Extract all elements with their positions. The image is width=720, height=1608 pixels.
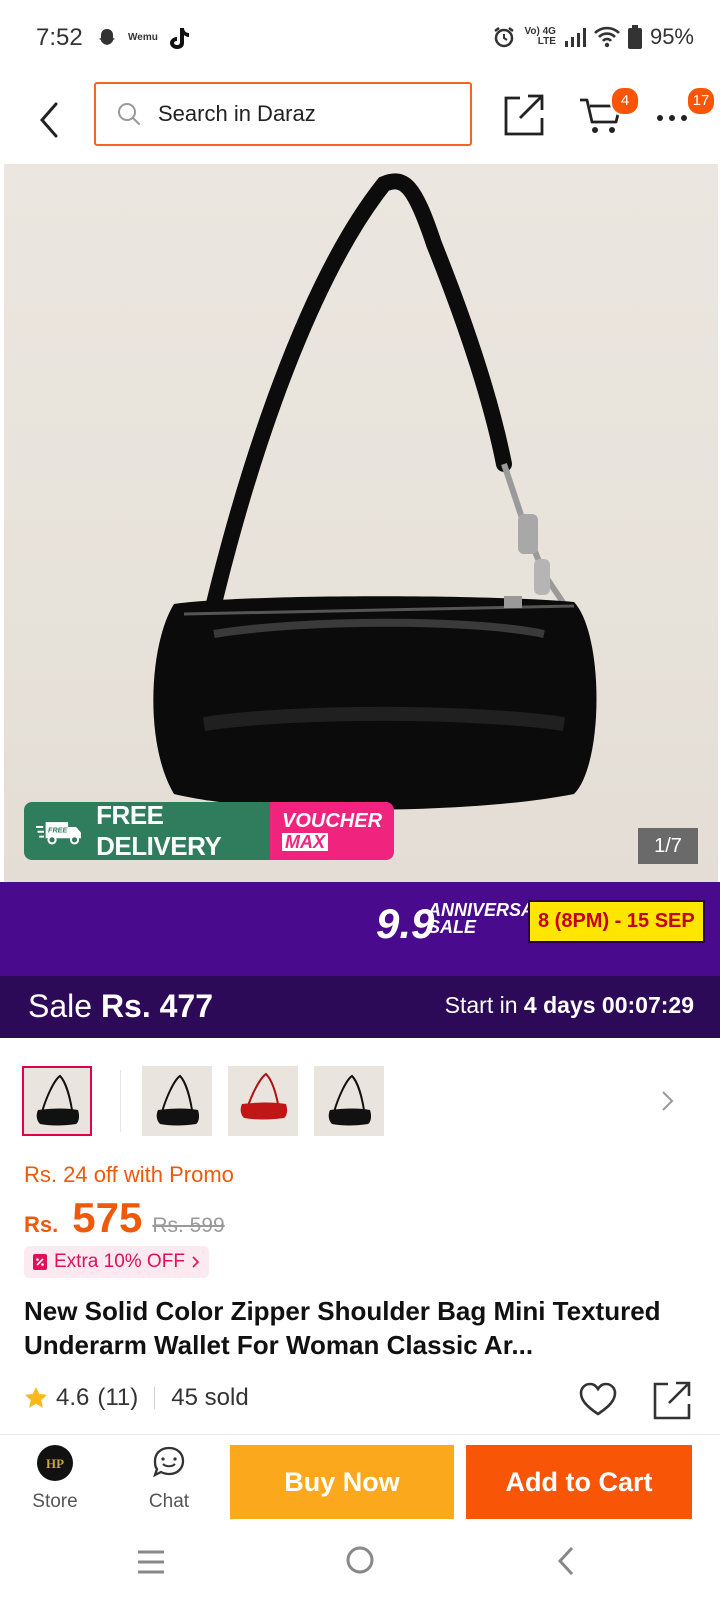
chevron-right-icon [192,1256,200,1268]
extra-off-voucher[interactable]: Extra 10% OFF [24,1246,209,1278]
wemu-icon: Wemu [128,32,158,43]
flash-sale-bar: Sale Rs. 477 Start in 4 days 00:07:29 [0,976,720,1038]
countdown-timer: 00:07:29 [601,992,694,1018]
sold-count: 45 sold [171,1384,249,1411]
bottom-action-bar: HP Store Chat Buy Now Add to Cart [0,1434,720,1521]
wishlist-heart-icon[interactable] [578,1380,618,1420]
rating-row[interactable]: 4.6 (11) 45 sold [24,1384,249,1412]
store-logo-icon: HP [37,1445,73,1481]
bag-thumbnail-image [328,1074,372,1126]
campaign-title: 9.9 [376,900,435,947]
free-delivery-badge: FREE FREE DELIVERY [24,802,270,860]
top-nav: 4 17 [0,80,720,164]
promo-discount-text[interactable]: Rs. 24 off with Promo [24,1162,234,1188]
price-currency: Rs. [24,1212,59,1237]
battery-level: 95% [649,24,694,49]
thumbnail-divider [120,1070,121,1132]
back-arrow-icon[interactable] [34,98,64,142]
home-icon[interactable] [344,1544,376,1576]
bag-thumbnail-image [156,1074,200,1126]
chat-label: Chat [148,1491,190,1512]
sale-price: Rs. 477 [100,988,214,1024]
campaign-banner[interactable]: 9.9 ANNIVERSARY SALE 8 (8PM) - 15 SEP [0,882,720,976]
variant-thumbnail-black-1[interactable] [22,1066,92,1136]
share-icon[interactable] [652,1380,692,1420]
share-icon[interactable] [502,92,546,136]
delivery-truck-icon: FREE [36,822,81,845]
free-delivery-label: FREE DELIVERY [96,802,222,860]
variant-thumbnail-red[interactable] [228,1066,298,1136]
sale-countdown: Start in 4 days 00:07:29 [444,992,694,1018]
bag-thumbnail-image [36,1074,80,1126]
chevron-right-icon[interactable] [658,1086,678,1116]
original-price: Rs. 599 [152,1214,225,1237]
bag-thumbnail-image [240,1072,288,1120]
chat-icon [153,1446,185,1478]
product-image-gallery[interactable]: FREE FREE DELIVERY VOUCHER MAX 1/7 [4,164,718,882]
variant-thumbnail-black-3[interactable] [314,1066,384,1136]
alarm-icon [494,27,515,48]
wifi-icon [594,26,620,48]
star-icon [25,1387,47,1408]
sale-price-label: Sale Rs. 477 [28,988,214,1024]
store-button[interactable]: HP Store [20,1445,90,1513]
cart-count-badge: 4 [610,86,640,116]
chat-button[interactable]: Chat [134,1445,204,1513]
variant-thumbnails [22,1066,702,1140]
signal-icon [564,28,586,47]
extra-off-label: Extra 10% OFF [54,1251,185,1272]
add-to-cart-button[interactable]: Add to Cart [466,1445,692,1519]
campaign-dates: 8 (8PM) - 15 SEP [528,900,705,943]
price-row: Rs. 575 Rs. 599 [24,1194,225,1242]
divider [154,1387,156,1409]
image-counter: 1/7 [638,828,698,864]
variant-thumbnail-black-2[interactable] [142,1066,212,1136]
network-label: Vo) 4G LTE [524,26,556,47]
free-badge-text: FREE [48,826,67,835]
rating-value: 4.6 [56,1384,90,1411]
search-input[interactable] [156,100,440,128]
status-right: Vo) 4G LTE 95% [492,24,694,50]
system-navigation-bar [0,1520,720,1608]
buy-now-button[interactable]: Buy Now [230,1445,454,1519]
notification-icons: Wemu [96,26,190,50]
voucher-label: VOUCHER [282,810,383,832]
store-label: Store [32,1491,78,1512]
system-back-icon[interactable] [556,1546,576,1576]
snapchat-icon [99,29,115,45]
recent-apps-icon[interactable] [136,1548,166,1576]
voucher-icon [33,1254,47,1270]
voucher-max-label: MAX [282,833,328,851]
product-image [153,173,597,810]
notification-count-badge: 17 [686,86,716,116]
current-price: 575 [72,1194,143,1241]
promo-strip: FREE FREE DELIVERY VOUCHER MAX [24,802,394,860]
status-time: 7:52 [36,24,83,51]
search-bar[interactable] [94,82,472,146]
review-count: (11) [97,1384,139,1411]
search-icon [118,103,140,125]
voucher-max-badge: VOUCHER MAX [270,802,394,860]
svg-text:HP: HP [46,1456,64,1471]
status-bar: 7:52 Wemu Vo) 4G LTE 95% [0,0,720,80]
battery-icon [627,25,642,49]
product-title: New Solid Color Zipper Shoulder Bag Mini… [24,1296,661,1360]
tiktok-icon [169,28,189,49]
